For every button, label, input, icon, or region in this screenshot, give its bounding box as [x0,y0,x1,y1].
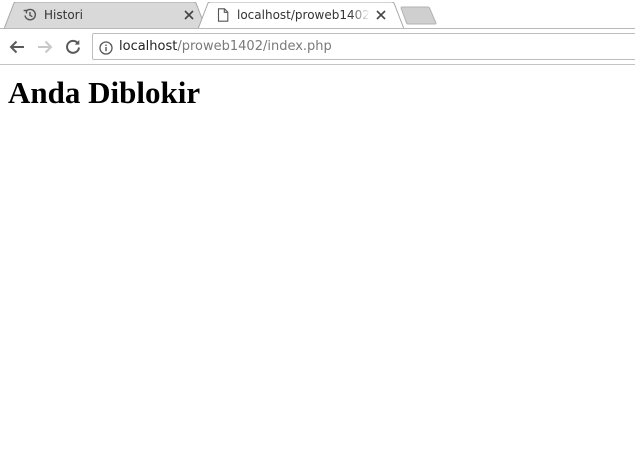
toolbar: localhost/proweb1402/index.php [0,29,635,65]
url-host: localhost [119,39,178,54]
page-icon [216,8,230,22]
browser-window: Histori localhost/proweb1402/index.php [0,0,635,461]
close-icon[interactable] [374,8,388,22]
info-icon[interactable] [99,40,113,55]
tab-strip: Histori localhost/proweb1402/index.php [0,0,635,29]
page-content: Anda Diblokir [0,65,635,461]
address-bar[interactable]: localhost/proweb1402/index.php [92,33,635,60]
new-tab-button[interactable] [400,6,438,25]
tab-title: localhost/proweb1402/index.php [237,8,370,22]
url-text[interactable]: localhost/proweb1402/index.php [119,38,332,56]
forward-arrow-icon[interactable] [35,37,55,57]
tab-histori[interactable]: Histori [4,2,206,29]
page-heading: Anda Diblokir [8,75,201,110]
history-icon [23,8,37,22]
tab-title: Histori [44,8,83,22]
tab-localhost[interactable]: localhost/proweb1402/index.php [198,2,404,29]
reload-icon[interactable] [63,37,83,57]
url-path: /proweb1402/index.php [177,39,332,54]
back-arrow-icon[interactable] [7,37,27,57]
close-icon[interactable] [182,8,196,22]
